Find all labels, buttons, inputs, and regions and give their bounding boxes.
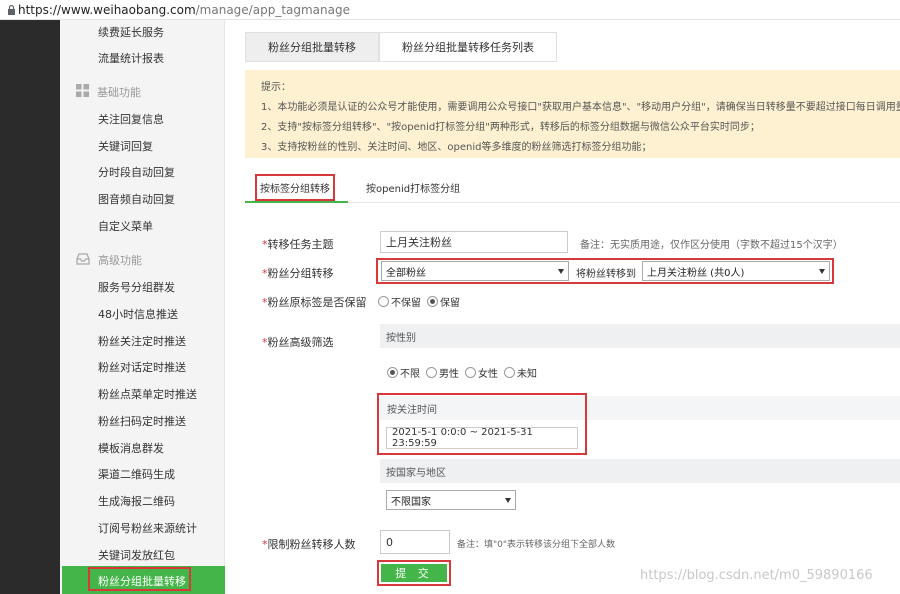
sidebar-dark-strip: [0, 20, 60, 594]
sidebar-item-menu-timed-push[interactable]: 粉丝点菜单定时推送: [98, 386, 197, 402]
tab-transfer-by-tag[interactable]: 按标签分组转移: [245, 172, 348, 203]
region-filter-header: 按国家与地区: [380, 459, 900, 483]
lock-icon: [4, 0, 18, 20]
task-subject-label: *转移任务主题: [262, 238, 334, 251]
radio-gender-unknown[interactable]: [504, 367, 515, 378]
chevron-down-icon: [505, 498, 511, 503]
chevron-down-icon: [558, 269, 564, 274]
sidebar-item-follow-timed-push[interactable]: 粉丝关注定时推送: [98, 333, 186, 349]
sub-tabs: 按标签分组转移 按openid打标签分组: [245, 172, 900, 203]
notice-box: 提示： 1、本功能必须是认证的公众号才能使用，需要调用公众号接口"获取用户基本信…: [245, 70, 900, 158]
chevron-down-icon: [819, 269, 825, 274]
notice-title: 提示：: [261, 82, 291, 93]
radio-not-keep[interactable]: [378, 296, 389, 307]
group-transfer-label: *粉丝分组转移: [262, 267, 334, 280]
sidebar-item-template-group-send[interactable]: 模板消息群发: [98, 440, 164, 456]
radio-gender-male[interactable]: [426, 367, 437, 378]
sidebar-item-48h-push[interactable]: 48小时信息推送: [98, 306, 178, 322]
tab-transfer-by-tag-label: 按标签分组转移: [255, 174, 335, 201]
radio-gender-any-label: 不限: [400, 369, 420, 380]
notice-line: 1、本功能必须是认证的公众号才能使用，需要调用公众号接口"获取用户基本信息"、"…: [261, 102, 900, 113]
keep-tags-label: *粉丝原标签是否保留: [262, 296, 367, 309]
sidebar-item-renewal[interactable]: 续费延长服务: [98, 24, 164, 40]
task-subject-note: 备注：无实质用途，仅作区分使用（字数不超过15个汉字）: [580, 240, 843, 251]
radio-keep-label: 保留: [440, 298, 460, 309]
sidebar-item-traffic-report[interactable]: 流量统计报表: [98, 50, 164, 66]
gender-filter-header: 按性别: [380, 324, 900, 348]
radio-gender-female[interactable]: [465, 367, 476, 378]
task-subject-input[interactable]: 上月关注粉丝: [380, 231, 568, 253]
inbox-icon: [76, 252, 90, 268]
radio-keep[interactable]: [427, 296, 438, 307]
sidebar-section-basic-label: 基础功能: [97, 86, 141, 99]
tab-batch-transfer[interactable]: 粉丝分组批量转移: [245, 32, 379, 62]
sidebar-item-media-reply[interactable]: 图音频自动回复: [98, 191, 175, 207]
sidebar-section-advanced-label: 高级功能: [98, 254, 142, 267]
notice-line: 2、支持"按标签分组转移"、"按openid打标签分组"两种形式，转移后的标签分…: [261, 122, 760, 133]
grid-icon: [76, 84, 89, 100]
transfer-to-text: 将粉丝转移到: [576, 269, 636, 280]
follow-time-range-input[interactable]: 2021-5-1 0:0:0 ~ 2021-5-31 23:59:59: [386, 427, 578, 449]
group-from-value: 全部粉丝: [386, 267, 426, 279]
sidebar-item-poster-qrcode[interactable]: 生成海报二维码: [98, 493, 175, 509]
country-select[interactable]: 不限国家: [386, 490, 516, 510]
group-to-select[interactable]: 上月关注粉丝 (共0人): [642, 261, 830, 281]
sidebar-item-fans-group-transfer-label: 粉丝分组批量转移: [98, 575, 186, 588]
sidebar-item-scan-timed-push[interactable]: 粉丝扫码定时推送: [98, 413, 186, 429]
country-value: 不限国家: [391, 496, 431, 508]
url-path: /manage/app_tagmanage: [195, 2, 350, 17]
group-to-value: 上月关注粉丝 (共0人): [647, 267, 745, 279]
tab-transfer-task-list[interactable]: 粉丝分组批量转移任务列表: [379, 32, 557, 62]
follow-time-title: 按关注时间: [387, 405, 437, 416]
limit-count-note: 备注：填"0"表示转移该分组下全部人数: [457, 540, 616, 550]
sidebar-item-keyword-reply[interactable]: 关键词回复: [98, 138, 153, 154]
notice-line: 3、支持按粉丝的性别、关注时间、地区、openid等多维度的粉丝筛选打标签分组功…: [261, 142, 652, 153]
address-bar[interactable]: https://www.weihaobang.com/manage/app_ta…: [0, 0, 900, 20]
radio-gender-male-label: 男性: [439, 369, 459, 380]
gender-radio-group: 不限 男性 女性 未知: [387, 365, 543, 380]
sidebar-item-service-group-send[interactable]: 服务号分组群发: [98, 279, 175, 295]
radio-not-keep-label: 不保留: [391, 298, 421, 309]
sidebar-item-custom-menu[interactable]: 自定义菜单: [98, 218, 153, 234]
sidebar-section-advanced: 高级功能: [76, 252, 142, 268]
watermark-text: https://blog.csdn.net/m0_59890166: [640, 568, 873, 583]
advanced-filter-label: *粉丝高级筛选: [262, 336, 334, 349]
sidebar-item-chat-timed-push[interactable]: 粉丝对话定时推送: [98, 359, 186, 375]
group-from-select[interactable]: 全部粉丝: [381, 261, 569, 281]
sidebar-item-follow-reply[interactable]: 关注回复信息: [98, 111, 164, 127]
sidebar-item-keyword-redpacket[interactable]: 关键词发放红包: [98, 547, 175, 563]
url-host: https://www.weihaobang.com: [18, 2, 196, 17]
tab-tag-by-openid[interactable]: 按openid打标签分组: [366, 180, 460, 195]
submit-highlight-box: 提 交: [377, 560, 451, 586]
radio-gender-female-label: 女性: [478, 369, 498, 380]
limit-count-label: *限制粉丝转移人数: [262, 538, 356, 551]
limit-count-input[interactable]: 0: [380, 530, 450, 554]
sidebar-item-fans-source-stats[interactable]: 订阅号粉丝来源统计: [98, 520, 197, 536]
radio-gender-any[interactable]: [387, 367, 398, 378]
sidebar-section-basic: 基础功能: [76, 84, 141, 100]
sidebar-item-timed-reply[interactable]: 分时段自动回复: [98, 164, 175, 180]
submit-button[interactable]: 提 交: [381, 564, 447, 582]
top-tabs: 粉丝分组批量转移 粉丝分组批量转移任务列表: [245, 32, 557, 62]
keep-tags-radio-group: 不保留 保留: [378, 294, 466, 309]
radio-gender-unknown-label: 未知: [517, 369, 537, 380]
sidebar-item-channel-qrcode[interactable]: 渠道二维码生成: [98, 466, 175, 482]
